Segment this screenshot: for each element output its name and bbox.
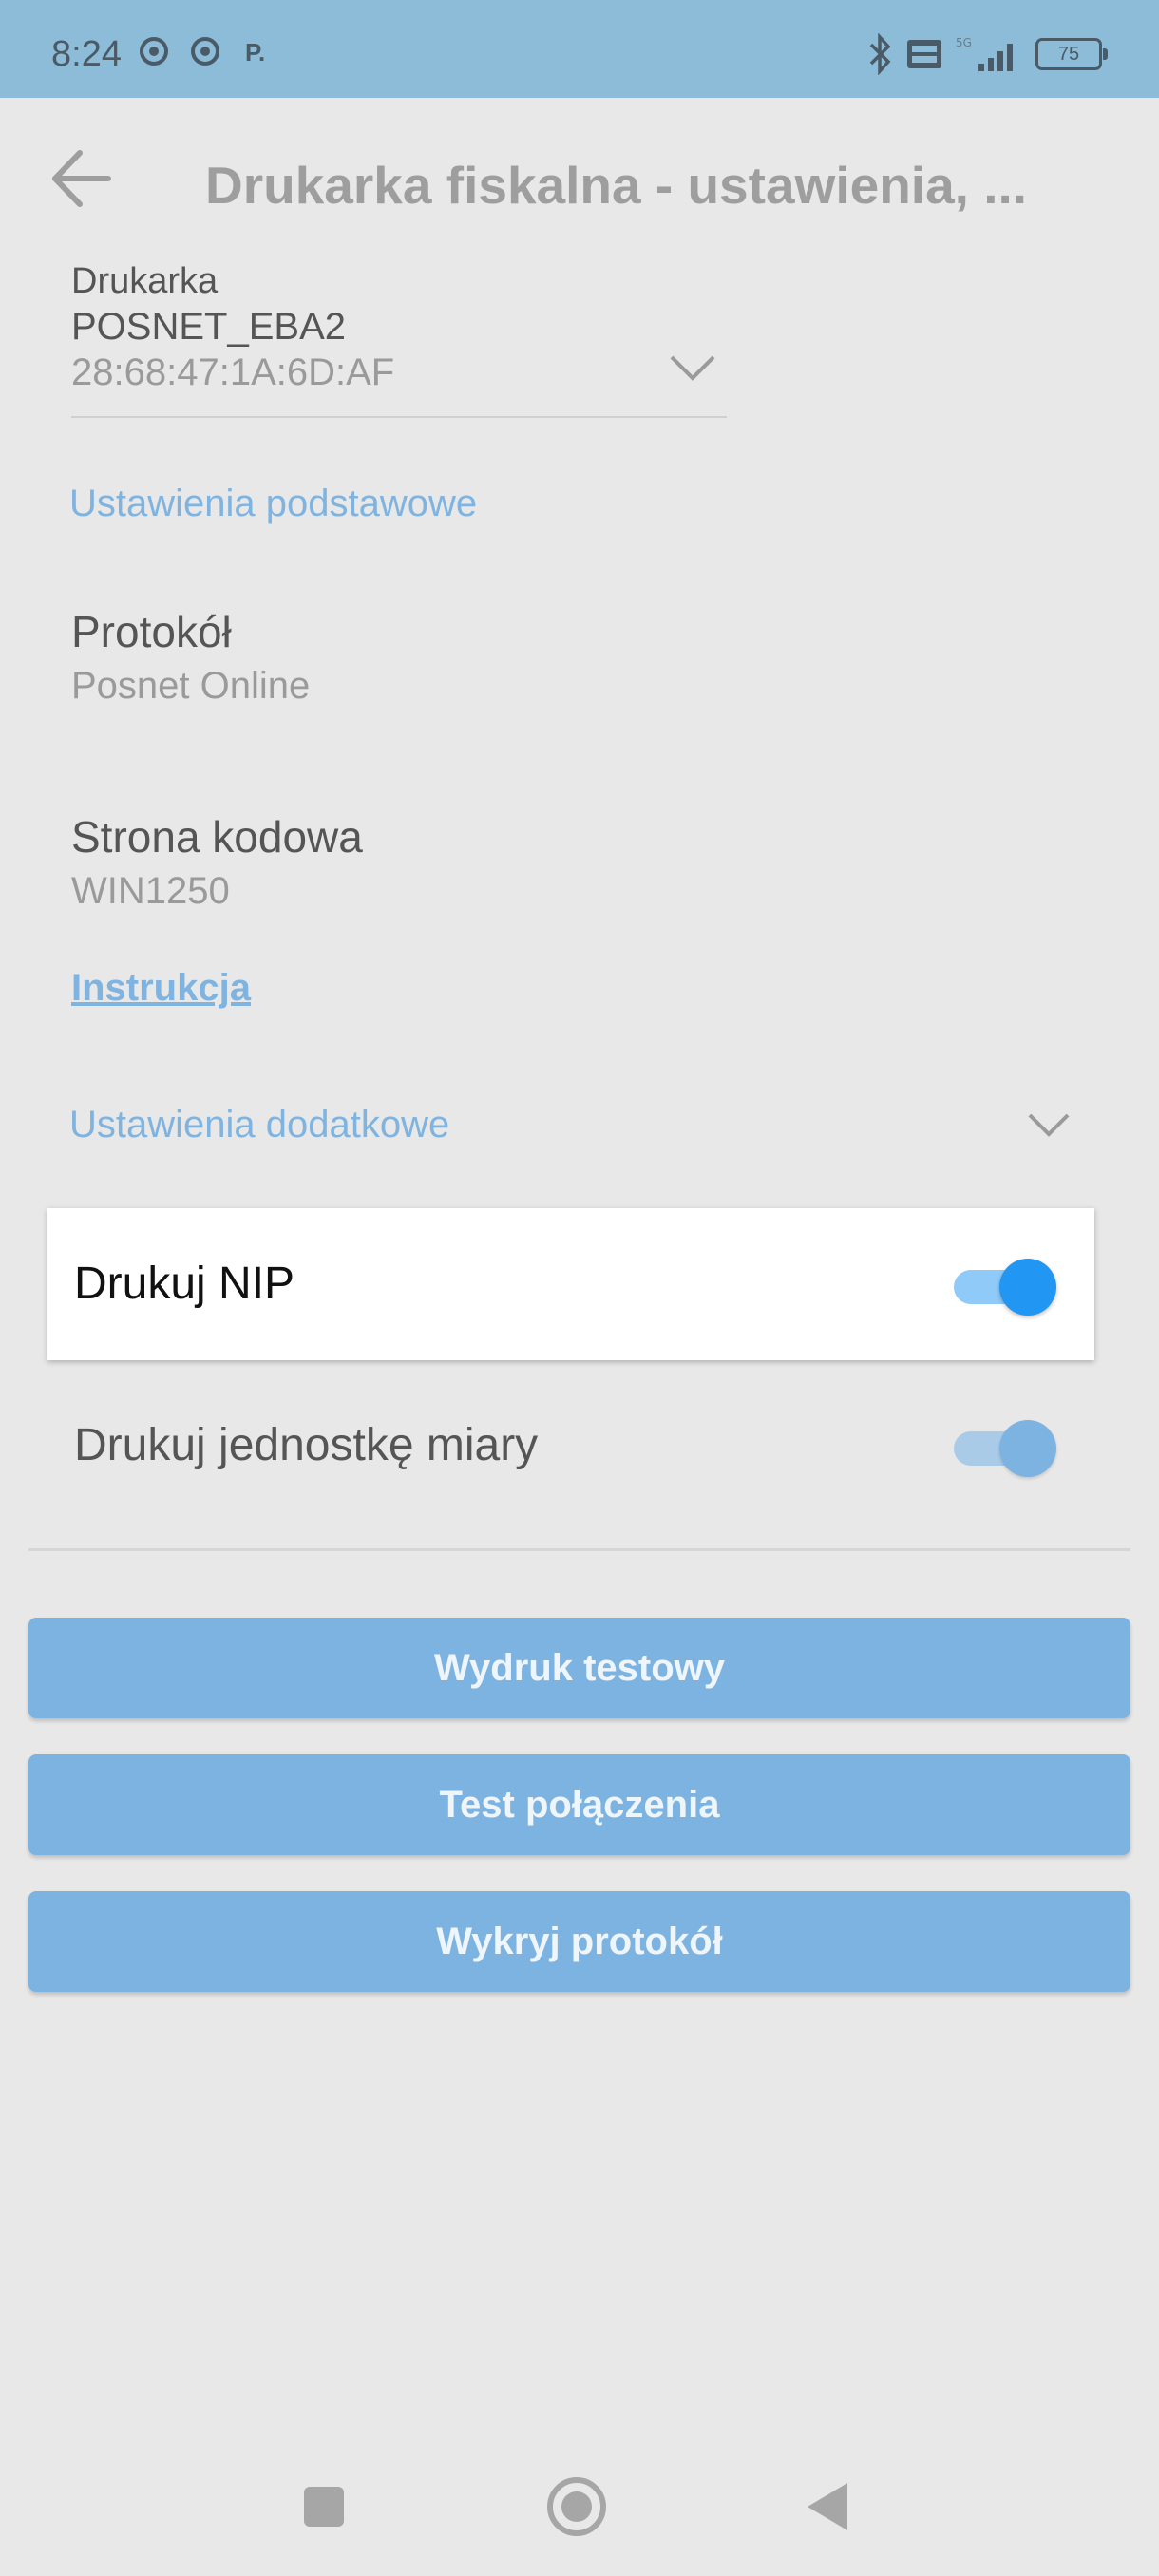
home-icon[interactable] [545, 2475, 608, 2538]
back-nav-icon[interactable] [806, 2481, 849, 2532]
divider [28, 1548, 1130, 1551]
svg-text:5G: 5G [956, 36, 972, 49]
codepage-title: Strona kodowa [71, 812, 363, 862]
printer-name: POSNET_EBA2 [71, 306, 347, 348]
volte-icon [907, 40, 941, 68]
printer-selector[interactable]: Drukarka POSNET_EBA2 28:68:47:1A:6D:AF [71, 258, 727, 395]
print-unit-label: Drukuj jednostkę miary [74, 1420, 539, 1470]
status-bar: 8:24 P. 5G 75 [0, 0, 1159, 98]
print-unit-row[interactable]: Drukuj jednostkę miary [48, 1370, 1094, 1522]
protocol-title: Protokół [71, 607, 232, 656]
chrome-notification-icon [191, 37, 219, 66]
codepage-value: WIN1250 [71, 870, 230, 912]
chrome-notification-icon [140, 37, 168, 66]
instructions-link[interactable]: Instrukcja [71, 967, 251, 1010]
chevron-down-icon[interactable] [1026, 1111, 1072, 1138]
print-nip-row[interactable]: Drukuj NIP [48, 1208, 1094, 1360]
test-print-button[interactable]: Wydruk testowy [28, 1618, 1130, 1718]
additional-settings-heading[interactable]: Ustawienia dodatkowe [69, 1104, 449, 1146]
toggle-thumb [999, 1420, 1056, 1477]
recents-icon[interactable] [302, 2485, 346, 2529]
test-connection-button[interactable]: Test połączenia [28, 1754, 1130, 1855]
bluetooth-icon [869, 33, 891, 75]
back-arrow-icon[interactable] [48, 145, 114, 212]
notification-app-icon: P. [245, 38, 266, 66]
printer-address: 28:68:47:1A:6D:AF [71, 351, 395, 393]
print-unit-toggle[interactable] [950, 1415, 1056, 1477]
battery-icon: 75 [1036, 38, 1108, 70]
page-title: Drukarka fiskalna - ustawienia, ... [205, 156, 1028, 215]
print-nip-toggle[interactable] [950, 1254, 1056, 1316]
status-time: 8:24 [51, 34, 122, 74]
toggle-thumb [999, 1259, 1056, 1316]
app-bar: Drukarka fiskalna - ustawienia, ... [0, 98, 1159, 259]
printer-underline [71, 416, 727, 418]
chevron-down-icon[interactable] [668, 353, 717, 382]
status-icons: 5G 75 [868, 30, 1108, 78]
codepage-setting[interactable]: Strona kodowa WIN1250 [71, 809, 1097, 918]
protocol-setting[interactable]: Protokół Posnet Online [71, 604, 1097, 712]
signal-icon: 5G [956, 36, 1013, 71]
print-nip-label: Drukuj NIP [74, 1259, 295, 1309]
basic-settings-heading: Ustawienia podstawowe [69, 483, 478, 524]
detect-protocol-button[interactable]: Wykryj protokół [28, 1891, 1130, 1992]
printer-label: Drukarka [71, 261, 218, 301]
protocol-value: Posnet Online [71, 665, 311, 707]
